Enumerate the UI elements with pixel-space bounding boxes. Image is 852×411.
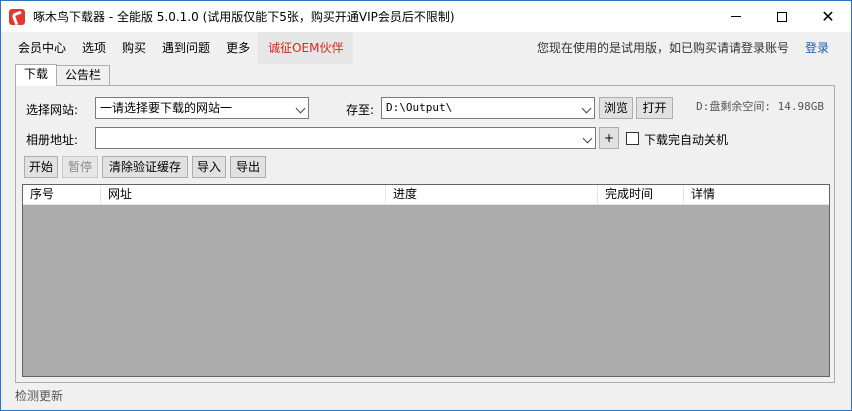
chevron-down-icon (582, 133, 593, 144)
menu-buy[interactable]: 购买 (114, 32, 154, 64)
open-folder-button[interactable]: 打开 (636, 97, 673, 119)
auto-shutdown-label: 下载完自动关机 (644, 133, 729, 147)
site-label: 选择网站: (26, 103, 79, 117)
add-url-button[interactable]: + (599, 127, 619, 149)
minimize-button[interactable] (713, 1, 759, 32)
export-button[interactable]: 导出 (230, 156, 266, 178)
window-title: 啄木鸟下载器 - 全能版 5.0.1.0 (试用版仅能下5张，购买开通VIP会员… (33, 10, 455, 24)
save-to-label: 存至: (346, 103, 375, 117)
column-progress[interactable]: 进度 (386, 185, 598, 205)
save-path-value: D:\Output\ (386, 101, 453, 114)
check-update-link[interactable]: 检测更新 (15, 387, 63, 404)
title-bar[interactable]: 啄木鸟下载器 - 全能版 5.0.1.0 (试用版仅能下5张，购买开通VIP会员… (1, 1, 851, 32)
tab-announcements[interactable]: 公告栏 (56, 65, 111, 85)
menu-options[interactable]: 选项 (74, 32, 114, 64)
maximize-icon (777, 11, 787, 22)
chevron-down-icon (295, 103, 306, 114)
column-url[interactable]: 网址 (101, 185, 386, 205)
app-window: 啄木鸟下载器 - 全能版 5.0.1.0 (试用版仅能下5张，购买开通VIP会员… (0, 0, 852, 411)
site-select-value: 一请选择要下载的网站一 (100, 101, 233, 115)
column-index[interactable]: 序号 (23, 185, 101, 205)
download-list[interactable]: 序号 网址 进度 完成时间 详情 (22, 184, 830, 377)
list-header: 序号 网址 进度 完成时间 详情 (23, 185, 829, 205)
import-button[interactable]: 导入 (192, 156, 226, 178)
trial-notice: 您现在使用的是试用版，如已购买请请登录账号 (536, 41, 789, 55)
woodpecker-app-icon (9, 8, 25, 25)
disk-space-info: D:盘剩余空间: 14.98GB (696, 100, 824, 113)
clear-cache-button[interactable]: 清除验证缓存 (102, 156, 188, 178)
pause-button[interactable]: 暂停 (62, 156, 98, 178)
menu-more[interactable]: 更多 (218, 32, 258, 64)
download-panel: 选择网站: 一请选择要下载的网站一 存至: D:\Output\ 浏览 打开 D… (15, 85, 835, 383)
tab-strip: 下载 公告栏 (15, 64, 111, 86)
site-select[interactable]: 一请选择要下载的网站一 (95, 97, 309, 119)
browse-button[interactable]: 浏览 (599, 97, 633, 119)
menu-help[interactable]: 遇到问题 (154, 32, 218, 64)
maximize-button[interactable] (759, 1, 805, 32)
chevron-down-icon (581, 103, 592, 114)
column-details[interactable]: 详情 (684, 185, 829, 205)
album-label: 相册地址: (26, 133, 79, 147)
tab-download[interactable]: 下载 (15, 64, 58, 86)
menu-oem-partner[interactable]: 诚征OEM伙伴 (258, 32, 354, 64)
save-path-select[interactable]: D:\Output\ (381, 97, 595, 119)
start-button[interactable]: 开始 (24, 156, 58, 178)
close-icon: ✕ (821, 6, 835, 26)
minimize-icon (731, 16, 741, 17)
album-url-input[interactable] (95, 127, 596, 149)
close-button[interactable]: ✕ (805, 1, 851, 32)
auto-shutdown-checkbox[interactable] (626, 132, 639, 145)
column-finish-time[interactable]: 完成时间 (598, 185, 684, 205)
login-link[interactable]: 登录 (805, 32, 829, 64)
window-controls: ✕ (713, 1, 851, 32)
menu-member-center[interactable]: 会员中心 (10, 32, 74, 64)
menu-bar: 会员中心 选项 购买 遇到问题 更多 诚征OEM伙伴 您现在使用的是试用版，如已… (2, 32, 851, 64)
